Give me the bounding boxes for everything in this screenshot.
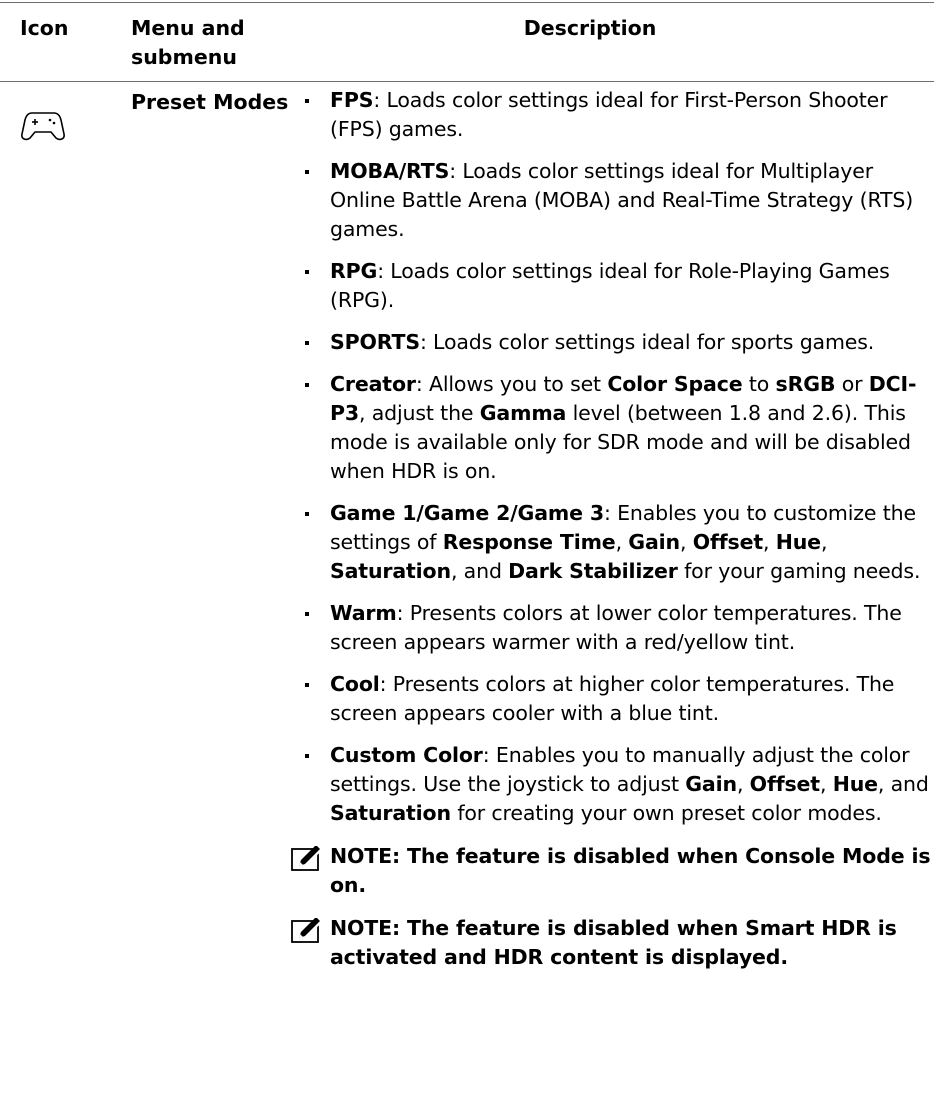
bullet-icon bbox=[305, 270, 309, 274]
list-item: RPG: Loads color settings ideal for Role… bbox=[300, 257, 934, 315]
item-text: , bbox=[615, 530, 629, 554]
bold-term: Response Time bbox=[442, 530, 616, 554]
bullet-icon bbox=[305, 612, 309, 616]
bullet-icon bbox=[305, 683, 309, 687]
item-text: or bbox=[835, 372, 869, 396]
item-text: , bbox=[763, 530, 776, 554]
bold-term: Custom Color bbox=[330, 743, 483, 767]
header-description: Description bbox=[523, 16, 657, 40]
bullet-icon bbox=[305, 170, 309, 174]
description-cell: FPS: Loads color settings ideal for Firs… bbox=[291, 86, 934, 972]
note: NOTE: The feature is disabled when Conso… bbox=[291, 842, 934, 900]
note: NOTE: The feature is disabled when Smart… bbox=[291, 914, 934, 972]
bold-term: MOBA/RTS bbox=[330, 159, 450, 183]
bullet-icon bbox=[305, 512, 309, 516]
note-text: NOTE: The feature is disabled when Smart… bbox=[330, 916, 897, 969]
bold-term: Gamma bbox=[479, 401, 567, 425]
item-text: : Presents colors at lower color tempera… bbox=[330, 601, 902, 654]
bold-term: Color Space bbox=[607, 372, 743, 396]
item-text: , bbox=[679, 530, 693, 554]
bold-term: Saturation bbox=[330, 559, 451, 583]
item-text: , bbox=[820, 530, 828, 554]
item-text: , and bbox=[450, 559, 509, 583]
bold-term: FPS bbox=[330, 88, 374, 112]
bullet-icon bbox=[305, 99, 309, 103]
bold-term: Warm bbox=[330, 601, 397, 625]
item-text: : Loads color settings ideal for sports … bbox=[419, 330, 875, 354]
bold-term: Hue bbox=[775, 530, 821, 554]
item-text: : Presents colors at higher color temper… bbox=[330, 672, 895, 725]
bold-term: RPG bbox=[330, 259, 378, 283]
preset-mode-list: FPS: Loads color settings ideal for Firs… bbox=[300, 86, 934, 828]
list-item: Cool: Presents colors at higher color te… bbox=[300, 670, 934, 728]
item-text: : Loads color settings ideal for Role-Pl… bbox=[330, 259, 890, 312]
bold-term: Creator bbox=[330, 372, 416, 396]
item-text: , and bbox=[877, 772, 929, 796]
bold-term: Saturation bbox=[330, 801, 451, 825]
bold-term: Cool bbox=[330, 672, 380, 696]
bullet-icon bbox=[305, 341, 309, 345]
pencil-note-icon bbox=[291, 918, 325, 943]
bold-term: Gain bbox=[685, 772, 737, 796]
item-text: for your gaming needs. bbox=[677, 559, 921, 583]
list-item: MOBA/RTS: Loads color settings ideal for… bbox=[300, 157, 934, 244]
bold-term: Hue bbox=[832, 772, 878, 796]
header-icon: Icon bbox=[20, 16, 69, 40]
pencil-note-icon bbox=[291, 846, 325, 871]
item-text: , adjust the bbox=[359, 401, 480, 425]
item-text: , bbox=[819, 772, 833, 796]
table-top-rule bbox=[0, 2, 934, 3]
gamepad-icon bbox=[20, 108, 66, 142]
list-item: FPS: Loads color settings ideal for Firs… bbox=[300, 86, 934, 144]
bullet-icon bbox=[305, 754, 309, 758]
bold-term: Gain bbox=[628, 530, 680, 554]
list-item: Warm: Presents colors at lower color tem… bbox=[300, 599, 934, 657]
header-rule bbox=[0, 81, 934, 82]
bold-term: SPORTS bbox=[330, 330, 420, 354]
notes: NOTE: The feature is disabled when Conso… bbox=[291, 842, 934, 972]
bold-term: Dark Stabilizer bbox=[508, 559, 678, 583]
list-item: Custom Color: Enables you to manually ad… bbox=[300, 741, 934, 828]
item-text: for creating your own preset color modes… bbox=[450, 801, 882, 825]
list-item: Game 1/Game 2/Game 3: Enables you to cus… bbox=[300, 499, 934, 586]
menu-preset-modes: Preset Modes bbox=[131, 90, 289, 114]
item-text: , bbox=[736, 772, 750, 796]
bullet-icon bbox=[305, 383, 309, 387]
item-text: : Loads color settings ideal for First-P… bbox=[330, 88, 888, 141]
note-text: NOTE: The feature is disabled when Conso… bbox=[330, 844, 931, 897]
bold-term: Offset bbox=[749, 772, 820, 796]
item-text: : Allows you to set bbox=[415, 372, 608, 396]
bold-term: sRGB bbox=[775, 372, 836, 396]
list-item: Creator: Allows you to set Color Space t… bbox=[300, 370, 934, 486]
list-item: SPORTS: Loads color settings ideal for s… bbox=[300, 328, 934, 357]
bold-term: Offset bbox=[692, 530, 763, 554]
bold-term: Game 1/Game 2/Game 3 bbox=[330, 501, 604, 525]
header-menu-submenu: Menu and submenu bbox=[131, 16, 245, 69]
item-text: to bbox=[742, 372, 776, 396]
